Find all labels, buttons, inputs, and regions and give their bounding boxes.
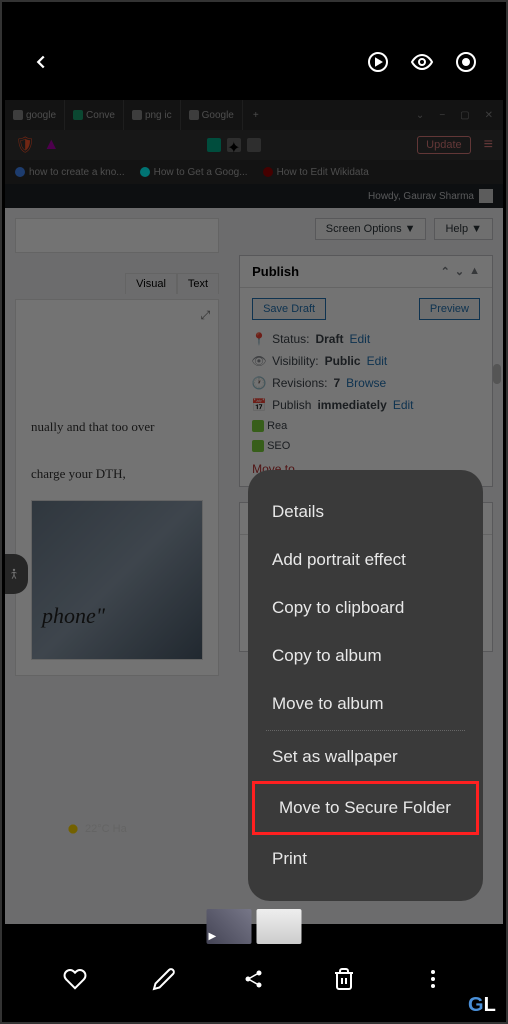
calendar-icon: 📅 — [252, 398, 266, 412]
highlight-annotation: Move to Secure Folder — [252, 781, 479, 835]
menu-details[interactable]: Details — [248, 488, 483, 536]
move-up-icon[interactable]: ⌃ — [441, 265, 450, 278]
browser-toolbar: 🛡 ▲ ✦ Update ≡ — [5, 130, 503, 160]
revisions-label: Revisions: — [272, 376, 327, 390]
visibility-icon[interactable] — [410, 50, 434, 80]
help-button[interactable]: Help ▼ — [434, 218, 493, 240]
viewer-bottom-bar — [0, 954, 508, 1004]
browser-tab-strip: google Conve png ic Google + ⌄ − ▢ ✕ — [5, 100, 503, 130]
more-options-menu: Details Add portrait effect Copy to clip… — [248, 470, 483, 901]
status-value: Draft — [315, 332, 343, 346]
extensions-puzzle-icon[interactable]: ✦ — [227, 138, 241, 152]
article-image: phone" — [31, 500, 203, 660]
auto-rotate-icon[interactable] — [454, 50, 478, 80]
share-button[interactable] — [241, 966, 267, 992]
image-thumbnail[interactable] — [257, 909, 302, 944]
avatar[interactable] — [479, 189, 493, 203]
publish-label: Publish — [272, 398, 311, 412]
visual-tab[interactable]: Visual — [125, 273, 177, 294]
delete-button[interactable] — [331, 966, 357, 992]
wp-admin-bar: Howdy, Gaurav Sharma — [5, 184, 503, 208]
publish-value: immediately — [317, 398, 386, 412]
scrollbar-thumb[interactable] — [493, 364, 501, 384]
visibility-label: Visibility: — [272, 354, 318, 368]
accessibility-icon[interactable] — [5, 554, 28, 594]
brave-shield-icon[interactable]: 🛡 — [15, 135, 35, 155]
post-title-input[interactable] — [15, 218, 219, 253]
menu-print[interactable]: Print — [248, 835, 483, 883]
readability-icon — [252, 420, 264, 432]
screen-options-button[interactable]: Screen Options ▼ — [315, 218, 427, 240]
menu-wallpaper[interactable]: Set as wallpaper — [248, 733, 483, 781]
eye-icon: 👁 — [252, 354, 266, 368]
pin-icon: 📍 — [252, 332, 266, 346]
editor-content[interactable]: ⤢ nually and that too over charge your D… — [15, 299, 219, 676]
browse-revisions-link[interactable]: Browse — [346, 376, 386, 390]
revisions-value: 7 — [333, 376, 340, 390]
status-label: Status: — [272, 332, 309, 346]
browser-menu-icon[interactable]: ≡ — [484, 136, 493, 154]
edit-status-link[interactable]: Edit — [349, 332, 370, 346]
weather-widget: 22°C Ha — [65, 821, 127, 837]
watermark-logo: GL — [468, 994, 503, 1019]
seo-label: SEO — [267, 440, 290, 452]
edit-button[interactable] — [151, 966, 177, 992]
bookmark-item[interactable]: How to Edit Wikidata — [263, 167, 369, 178]
fullscreen-icon[interactable]: ⤢ — [200, 308, 210, 323]
move-down-icon[interactable]: ⌄ — [455, 265, 464, 278]
bookmark-bar: how to create a kno... How to Get a Goog… — [5, 160, 503, 184]
visibility-value: Public — [325, 354, 361, 368]
browser-tab[interactable]: google — [5, 100, 65, 130]
bookmark-item[interactable]: how to create a kno... — [15, 167, 125, 178]
tab-menu-icon[interactable]: ⌄ — [416, 110, 424, 121]
greeting-text: Howdy, Gaurav Sharma — [368, 191, 474, 202]
image-caption: phone" — [42, 603, 105, 629]
readability-label: Rea — [267, 420, 287, 432]
menu-move-album[interactable]: Move to album — [248, 680, 483, 728]
browser-tab[interactable]: Conve — [65, 100, 124, 130]
body-text: nually and that too over — [31, 415, 203, 438]
weather-text: 22°C Ha — [85, 823, 127, 835]
bookmark-item[interactable]: How to Get a Goog... — [140, 167, 248, 178]
menu-copy-album[interactable]: Copy to album — [248, 632, 483, 680]
thumbnail-strip[interactable] — [207, 909, 302, 944]
text-tab[interactable]: Text — [177, 273, 219, 294]
new-tab-button[interactable]: + — [243, 110, 269, 121]
weather-icon — [65, 821, 81, 837]
maximize-icon[interactable]: ▢ — [460, 110, 469, 121]
seo-icon — [252, 440, 264, 452]
body-text: charge your DTH, — [31, 462, 203, 485]
viewer-top-bar — [0, 45, 508, 85]
publish-title: Publish — [252, 264, 299, 279]
more-button[interactable] — [420, 966, 446, 992]
update-button[interactable]: Update — [417, 136, 470, 154]
save-draft-button[interactable]: Save Draft — [252, 298, 326, 320]
edit-publish-link[interactable]: Edit — [393, 398, 414, 412]
bixby-vision-icon[interactable] — [366, 50, 390, 80]
publish-metabox: Publish ⌃ ⌄ ▲ Save Draft Preview — [239, 255, 493, 487]
extension-icon[interactable] — [207, 138, 221, 152]
brave-triangle-icon[interactable]: ▲ — [43, 136, 59, 154]
wallet-icon[interactable] — [247, 138, 261, 152]
preview-button[interactable]: Preview — [419, 298, 480, 320]
menu-secure-folder[interactable]: Move to Secure Folder — [255, 784, 476, 832]
video-thumbnail[interactable] — [207, 909, 252, 944]
close-icon[interactable]: ✕ — [485, 110, 493, 121]
favorite-button[interactable] — [62, 966, 88, 992]
menu-divider — [266, 730, 465, 731]
revisions-icon: 🕐 — [252, 376, 266, 390]
menu-copy-clipboard[interactable]: Copy to clipboard — [248, 584, 483, 632]
menu-portrait-effect[interactable]: Add portrait effect — [248, 536, 483, 584]
browser-tab[interactable]: Google — [181, 100, 243, 130]
edit-visibility-link[interactable]: Edit — [367, 354, 388, 368]
minimize-icon[interactable]: − — [439, 110, 445, 121]
browser-tab[interactable]: png ic — [124, 100, 181, 130]
collapse-icon[interactable]: ▲ — [469, 265, 480, 278]
back-button[interactable] — [30, 51, 52, 80]
